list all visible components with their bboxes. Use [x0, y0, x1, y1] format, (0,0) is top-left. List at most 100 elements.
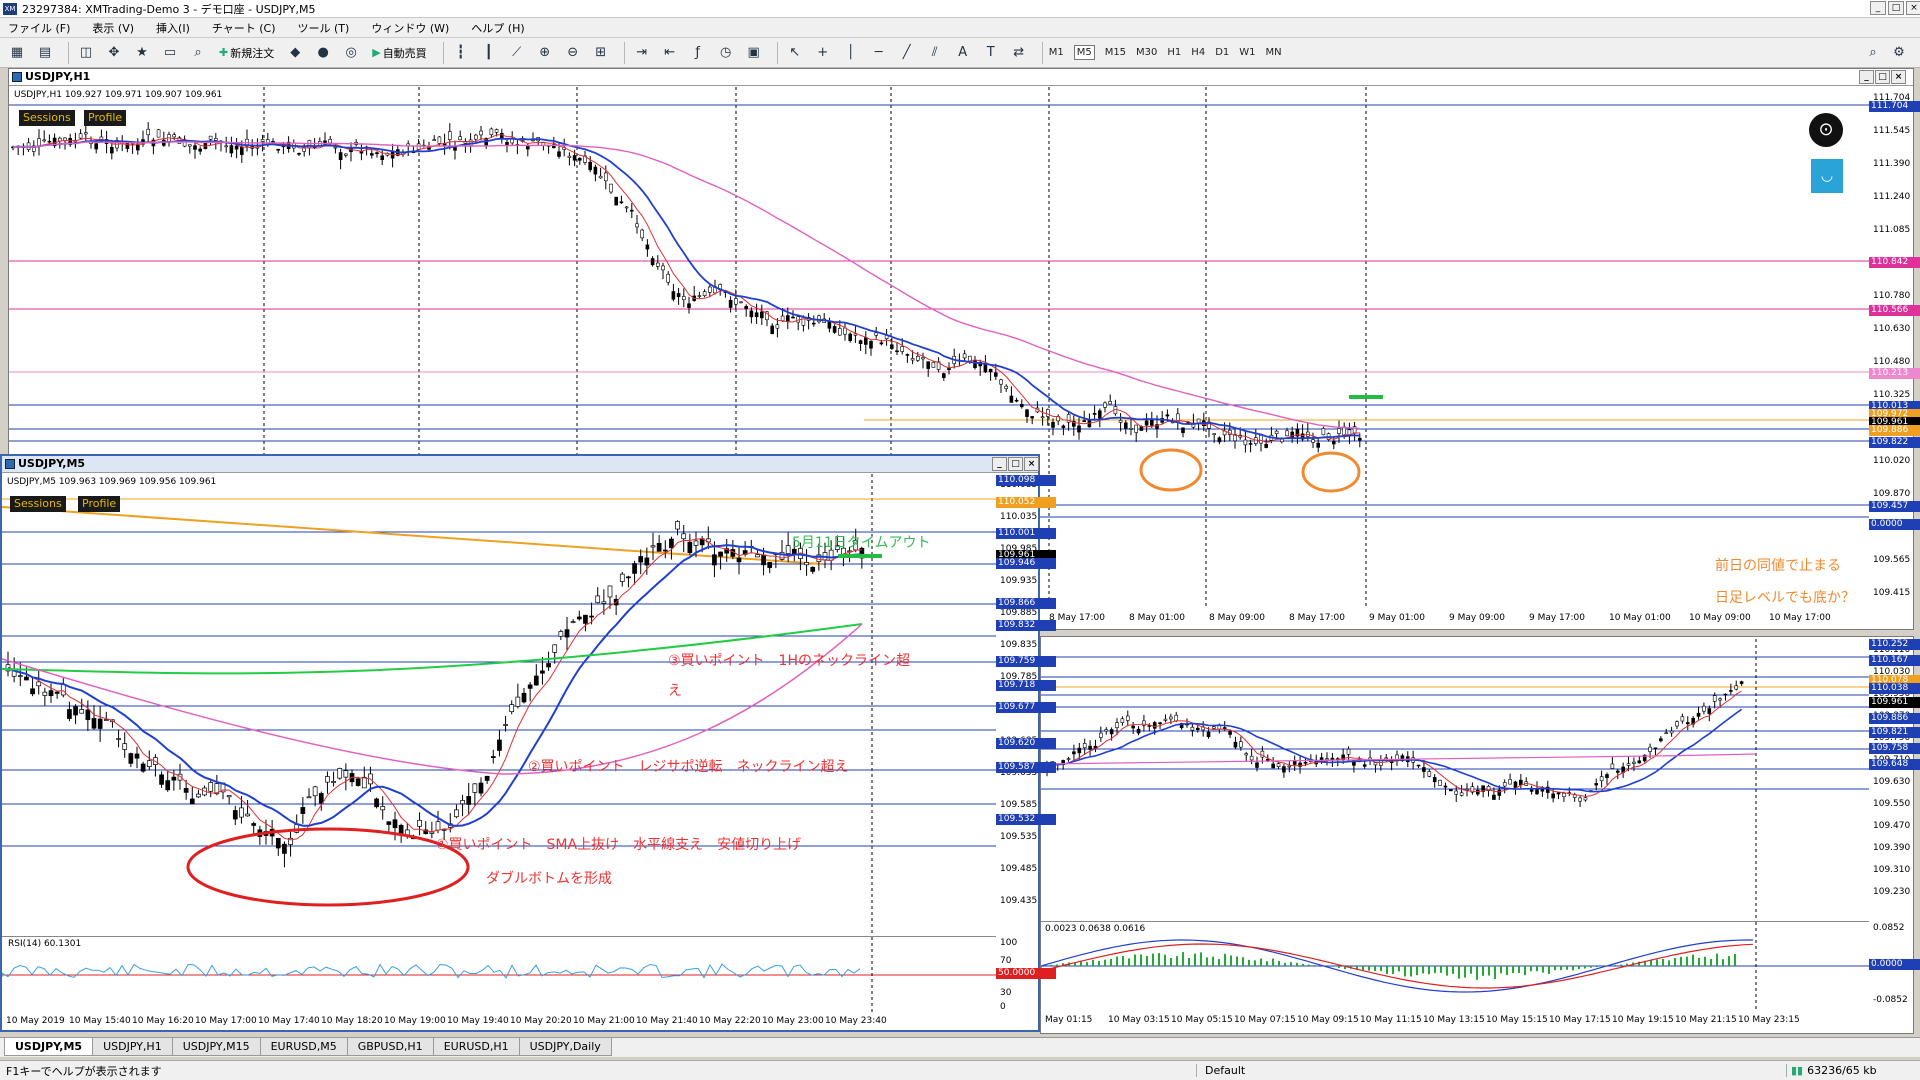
candle-body [650, 258, 655, 266]
channel-icon[interactable]: ⫽ [924, 42, 946, 64]
indicators-icon[interactable]: ƒ [687, 42, 709, 64]
candle-body [572, 155, 577, 161]
candle-body [361, 776, 367, 789]
candle-body [999, 379, 1003, 385]
timeframe-h4[interactable]: H4 [1191, 47, 1205, 58]
chart-window-m5[interactable]: USDJPY,M5 _ □ × USDJPY,M5 109.963 109.96… [0, 454, 1056, 1032]
candle-body [739, 301, 743, 304]
text-label-icon[interactable]: T [980, 42, 1002, 64]
m5-plot-area[interactable]: USDJPY,M5 109.963 109.969 109.956 109.96… [1, 474, 996, 934]
tab-usdjpy-m15[interactable]: USDJPY,M15 [171, 1038, 261, 1056]
close-button[interactable]: × [1906, 1, 1920, 15]
market-watch-icon[interactable]: ◫ [75, 42, 97, 64]
candlestick-icon[interactable]: ┃ [478, 42, 500, 64]
maximize-button[interactable]: □ [1888, 1, 1904, 15]
macd-pane[interactable]: 0.0023 0.0638 0.0616 [1040, 921, 1869, 1010]
zoom-in-icon[interactable]: ⊕ [534, 42, 556, 64]
candle-body [645, 244, 650, 250]
timeframe-w1[interactable]: W1 [1239, 47, 1255, 58]
price-level-label: 109.886 [1869, 425, 1920, 436]
candle-body [874, 332, 879, 336]
chart-m5-close-button[interactable]: × [1024, 457, 1039, 471]
timeframe-m15[interactable]: M15 [1105, 47, 1126, 58]
tile-windows-icon[interactable]: ⊞ [590, 42, 612, 64]
auto-trade-button[interactable]: ▶ 自動売買 [368, 42, 430, 64]
candle-body [48, 690, 54, 697]
profiles-icon[interactable]: ▤ [34, 42, 56, 64]
menu-view[interactable]: 表示 (V) [92, 20, 134, 36]
time-tick: 10 May 23:40 [825, 1016, 887, 1026]
menu-tools[interactable]: ツール (T) [298, 20, 350, 36]
tab-eurusd-h1[interactable]: EURUSD,H1 [432, 1038, 520, 1056]
periods-icon[interactable]: ◷ [715, 42, 737, 64]
tester-icon[interactable]: ⌕ [187, 42, 209, 64]
menu-file[interactable]: ファイル (F) [8, 20, 70, 36]
crosshair-nav-icon[interactable]: ✥ [103, 42, 125, 64]
timeframe-m30[interactable]: M30 [1136, 47, 1157, 58]
timeframe-mn[interactable]: MN [1266, 47, 1282, 58]
timeframe-m1[interactable]: M1 [1049, 47, 1064, 58]
text-icon[interactable]: A [952, 42, 974, 64]
chart-h1-close-button[interactable]: × [1891, 70, 1906, 84]
menu-help[interactable]: ヘルプ (H) [471, 20, 524, 36]
profile-button[interactable]: Profile [84, 110, 127, 126]
candle-body [1212, 433, 1216, 435]
zoom-out-icon[interactable]: ⊖ [562, 42, 584, 64]
toolbar-separator [623, 41, 625, 64]
chart-window-m15[interactable]: 110.110110.030109.950109.870109.790109.7… [1040, 636, 1920, 1034]
vertical-line-icon[interactable]: │ [840, 42, 862, 64]
market-icon[interactable]: ◎ [340, 42, 362, 64]
candle-body [557, 151, 561, 157]
line-chart-icon[interactable]: ⟋ [506, 42, 528, 64]
tab-gbpusd-h1[interactable]: GBPUSD,H1 [346, 1038, 434, 1056]
terminal-icon[interactable]: ▭ [159, 42, 181, 64]
tab-usdjpy-m5[interactable]: USDJPY,M5 [4, 1038, 94, 1056]
settings-icon[interactable]: ⚙ [1888, 42, 1910, 64]
minimize-button[interactable]: _ [1870, 1, 1886, 15]
menu-window[interactable]: ウィンドウ (W) [371, 20, 449, 36]
tab-usdjpy-h1[interactable]: USDJPY,H1 [92, 1038, 173, 1056]
autoscroll-icon[interactable]: ⇥ [631, 42, 653, 64]
rsi-pane[interactable]: RSI(14) 60.1301 [1, 936, 996, 1013]
profile-button[interactable]: Profile [78, 496, 121, 512]
metaeditor-icon[interactable]: ◆ [284, 42, 306, 64]
menu-insert[interactable]: 挿入(I) [156, 20, 190, 36]
candle-body [509, 704, 515, 713]
signals-icon[interactable]: ● [312, 42, 334, 64]
menu-chart[interactable]: チャート (C) [212, 20, 276, 36]
timeframe-m5[interactable]: M5 [1073, 45, 1095, 60]
candle-body [435, 821, 441, 831]
horizontal-line-icon[interactable]: ─ [868, 42, 890, 64]
timeframe-d1[interactable]: D1 [1215, 47, 1229, 58]
time-tick: 10 May 22:20 [699, 1016, 761, 1026]
trendline-icon[interactable]: ╱ [896, 42, 918, 64]
chart-h1-maximize-button[interactable]: □ [1875, 70, 1890, 84]
new-order-button[interactable]: ✚ 新規注文 [215, 42, 278, 64]
crosshair-icon[interactable]: + [812, 42, 834, 64]
templates-icon[interactable]: ▣ [743, 42, 765, 64]
chart-shift-icon[interactable]: ⇤ [659, 42, 681, 64]
location-pin-icon[interactable]: ⊙ [1809, 113, 1843, 147]
sessions-button[interactable]: Sessions [19, 110, 75, 126]
h1-symbol-header: USDJPY,H1 109.927 109.971 109.907 109.96… [14, 90, 223, 100]
sessions-button[interactable]: Sessions [10, 496, 66, 512]
tab-usdjpy-daily[interactable]: USDJPY,Daily [518, 1038, 612, 1056]
window-titlebar: XM 23297384: XMTrading-Demo 3 - デモ口座 - U… [0, 0, 1920, 18]
smile-icon[interactable]: ◡ [1811, 159, 1843, 193]
chart-m5-maximize-button[interactable]: □ [1008, 457, 1023, 471]
candle-body [666, 273, 671, 283]
search-icon[interactable]: ⌕ [1862, 42, 1884, 64]
chart-m5-minimize-button[interactable]: _ [992, 457, 1007, 471]
bar-chart-icon[interactable]: ┇ [450, 42, 472, 64]
price-level-label: 109.718 [996, 680, 1056, 691]
chart-h1-minimize-button[interactable]: _ [1859, 70, 1874, 84]
new-chart-icon[interactable]: ▦ [6, 42, 28, 64]
candle-body [843, 327, 847, 335]
price-tick: 110.325 [1873, 390, 1911, 400]
arrows-icon[interactable]: ⇄ [1008, 42, 1030, 64]
timeframe-h1[interactable]: H1 [1167, 47, 1181, 58]
cursor-icon[interactable]: ↖ [784, 42, 806, 64]
tab-eurusd-m5[interactable]: EURUSD,M5 [259, 1038, 348, 1056]
m15-plot-area[interactable] [1040, 639, 1869, 919]
navigator-icon[interactable]: ★ [131, 42, 153, 64]
